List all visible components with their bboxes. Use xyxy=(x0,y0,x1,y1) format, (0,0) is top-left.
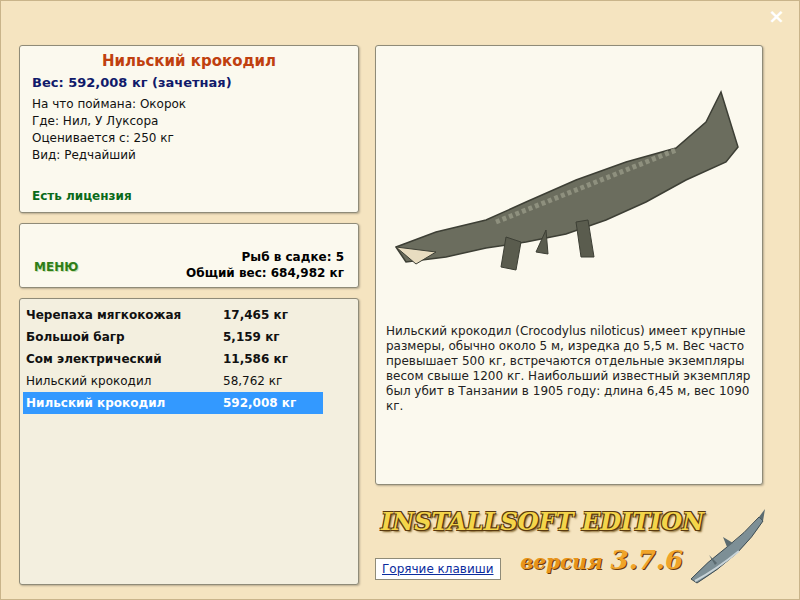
catch-detail: Оценивается с: 250 кг xyxy=(32,130,346,147)
keepnet-stats: Рыб в садке: 5Общий вес: 684,982 кг xyxy=(186,249,344,281)
fish-row[interactable]: Нильский крокодил58,762 кг xyxy=(23,370,323,392)
version-word: версия xyxy=(520,547,602,577)
catch-detail: Вид: Редчайший xyxy=(32,147,346,164)
description-panel: Нильский крокодил (Crocodylus niloticus)… xyxy=(375,45,763,485)
fish-weight: 58,762 кг xyxy=(223,372,282,390)
version-label: версия 3.7.6 xyxy=(520,541,687,580)
fish-list: Черепаха мягкокожая17,465 кгБольшой багр… xyxy=(19,298,359,585)
catch-detail: На что поймана: Окорок xyxy=(32,96,346,113)
crocodile-image xyxy=(376,52,762,320)
main-area: Нильский крокодилВес: 592,008 кг (зачетн… xyxy=(1,45,799,599)
catch-weight: Вес: 592,008 кг (зачетная) xyxy=(32,73,346,93)
logo-title: INSTALLSOFT EDITION xyxy=(375,507,687,537)
fish-name: Нильский крокодил xyxy=(23,394,223,412)
fish-row[interactable]: Нильский крокодил592,008 кг xyxy=(23,392,323,414)
close-button[interactable]: × xyxy=(764,5,789,27)
catch-detail: Где: Нил, У Луксора xyxy=(32,113,346,130)
total-weight: Общий вес: 684,982 кг xyxy=(186,265,344,281)
fish-weight: 592,008 кг xyxy=(223,394,296,412)
fish-weight: 11,586 кг xyxy=(223,350,288,368)
logo: INSTALLSOFT EDITION Горячие клавиши версия… xyxy=(375,507,687,580)
catch-title: Нильский крокодил xyxy=(32,51,346,71)
footer-area: INSTALLSOFT EDITION Горячие клавиши версия… xyxy=(375,485,763,599)
fish-row[interactable]: Черепаха мягкокожая17,465 кг xyxy=(23,304,323,326)
right-column: Нильский крокодил (Crocodylus niloticus)… xyxy=(375,45,763,599)
license-status: Есть лицензия xyxy=(32,174,346,204)
fish-name: Нильский крокодил xyxy=(23,372,223,390)
footer-row: Горячие клавиши версия 3.7.6 xyxy=(375,541,687,580)
fish-weight: 5,159 кг xyxy=(223,328,280,346)
fish-name: Большой багр xyxy=(23,328,223,346)
fish-name: Черепаха мягкокожая xyxy=(23,306,223,324)
left-column: Нильский крокодилВес: 592,008 кг (зачетн… xyxy=(19,45,359,599)
menu-panel: МЕНЮ Рыб в садке: 5Общий вес: 684,982 кг xyxy=(19,223,359,288)
version-number: 3.7.6 xyxy=(611,541,683,580)
fish-name: Сом электрический xyxy=(23,350,223,368)
fish-count: Рыб в садке: 5 xyxy=(242,249,345,265)
sturgeon-icon xyxy=(687,507,767,587)
fish-row[interactable]: Сом электрический11,586 кг xyxy=(23,348,323,370)
menu-button[interactable]: МЕНЮ xyxy=(34,259,78,275)
hotkeys-button[interactable]: Горячие клавиши xyxy=(375,558,501,580)
fish-weight: 17,465 кг xyxy=(223,306,288,324)
title-bar: × xyxy=(1,1,799,45)
fish-row[interactable]: Большой багр5,159 кг xyxy=(23,326,323,348)
description-text: Нильский крокодил (Crocodylus niloticus)… xyxy=(376,320,762,414)
catch-details: На что поймана: ОкорокГде: Нил, У Луксор… xyxy=(32,96,346,164)
catch-info-panel: Нильский крокодилВес: 592,008 кг (зачетн… xyxy=(19,45,359,213)
